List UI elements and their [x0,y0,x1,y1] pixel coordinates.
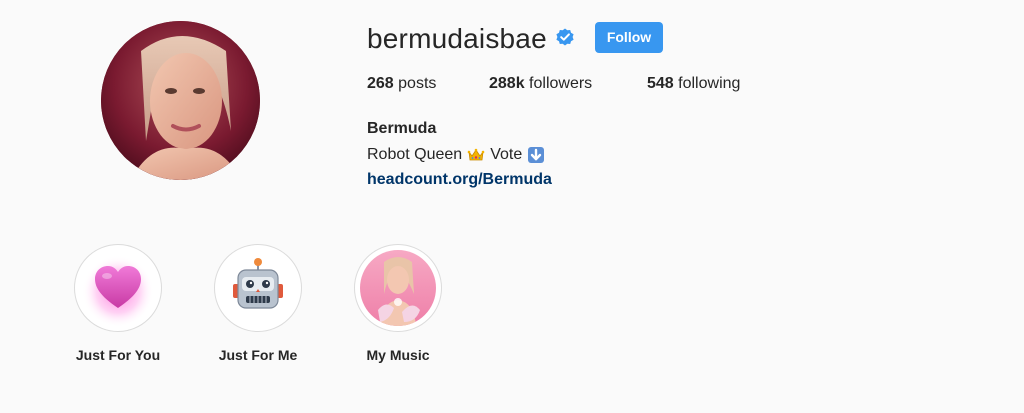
verified-badge-icon [556,28,574,46]
highlight-cover [220,250,296,326]
highlight-just-for-me[interactable]: Just For Me [213,244,303,364]
crown-emoji-icon [467,148,485,161]
posts-label: posts [398,75,437,92]
highlight-just-for-you[interactable]: Just For You [73,244,163,364]
bio-text-part1: Robot Queen [367,146,463,163]
down-arrow-emoji-icon [528,147,545,163]
posts-count: 268 [367,75,394,92]
highlight-label: Just For You [75,347,161,363]
follow-button[interactable]: Follow [595,22,663,53]
photo-thumbnail [360,250,436,326]
stat-following[interactable]: 548 following [647,74,740,94]
stat-followers[interactable]: 288k followers [489,74,592,94]
following-label: following [678,75,741,92]
highlight-cover [360,250,436,326]
highlight-ring[interactable] [354,244,442,332]
profile-username: bermudaisbae [367,23,547,54]
highlight-cover [80,250,156,326]
profile-website-link[interactable]: headcount.org/Bermuda [367,170,552,190]
robot-face-icon [220,250,296,326]
highlight-label: My Music [366,347,430,363]
highlight-ring[interactable] [214,244,302,332]
pink-heart-icon [80,250,156,326]
stat-posts: 268 posts [367,74,436,94]
highlight-my-music[interactable]: My Music [353,244,443,364]
followers-count: 288k [489,75,525,92]
highlight-ring[interactable] [74,244,162,332]
profile-full-name: Bermuda [367,120,437,137]
bio-text-part2: Vote [490,146,523,163]
avatar-photo [101,21,260,180]
highlight-label: Just For Me [218,347,298,363]
following-count: 548 [647,75,674,92]
followers-label: followers [529,75,593,92]
profile-avatar[interactable] [101,21,260,180]
profile-bio: Robot Queen Vote [367,145,550,165]
